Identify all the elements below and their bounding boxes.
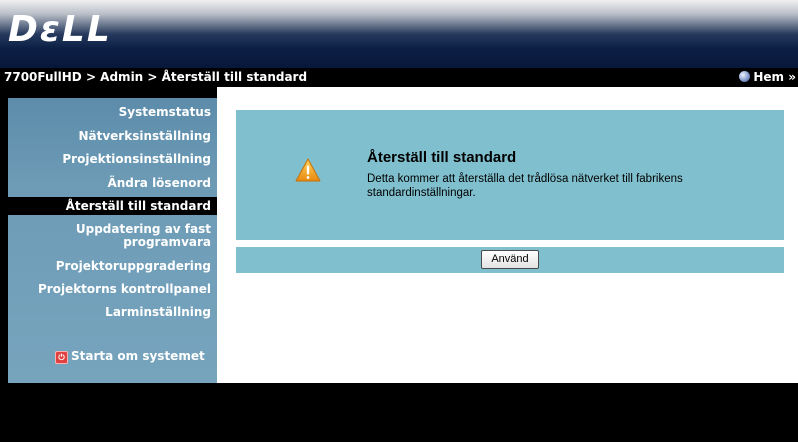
- home-label: Hem »: [753, 70, 796, 84]
- nav-bar: 7700FullHD > Admin > Återställ till stan…: [0, 68, 798, 87]
- sidebar-item-projektorns-kontrollpanel[interactable]: Projektorns kontrollpanel: [38, 283, 211, 296]
- sidebar-item-projektionsinstallning[interactable]: Projektionsinställning: [62, 153, 211, 166]
- dell-logo: DεLL: [8, 9, 112, 50]
- sidebar-item-aterstall-till-standard[interactable]: Återställ till standard: [66, 200, 211, 213]
- breadcrumb: 7700FullHD > Admin > Återställ till stan…: [4, 70, 308, 84]
- apply-button[interactable]: Använd: [481, 250, 539, 269]
- sidebar-item-natverksinstallning[interactable]: Nätverksinställning: [78, 130, 211, 143]
- warning-icon: [295, 158, 321, 182]
- sidebar: Systemstatus Nätverksinställning Projekt…: [8, 98, 217, 383]
- sidebar-item-larminstallning[interactable]: Larminställning: [105, 306, 211, 319]
- restart-label: Starta om systemet: [71, 349, 205, 363]
- reset-info-panel: Återställ till standard Detta kommer att…: [236, 110, 784, 240]
- sidebar-item-projektoruppgradering[interactable]: Projektoruppgradering: [56, 260, 211, 273]
- reset-description: Detta kommer att återställa det trådlösa…: [367, 173, 683, 199]
- action-bar: Använd: [236, 247, 784, 273]
- sidebar-item-uppdatering-av-fast-programvara[interactable]: Uppdatering av fast programvara: [21, 223, 211, 249]
- globe-icon: [739, 71, 751, 82]
- restart-system-link[interactable]: ⏻ Starta om systemet: [55, 349, 205, 364]
- sidebar-item-systemstatus[interactable]: Systemstatus: [119, 106, 211, 119]
- power-icon: ⏻: [55, 351, 68, 364]
- home-link[interactable]: Hem »: [739, 68, 796, 87]
- header-banner: DεLL: [0, 0, 798, 68]
- page-title: Återställ till standard: [367, 149, 517, 166]
- main-content: Återställ till standard Detta kommer att…: [217, 87, 798, 383]
- sidebar-item-andra-losenord[interactable]: Ändra lösenord: [107, 177, 211, 190]
